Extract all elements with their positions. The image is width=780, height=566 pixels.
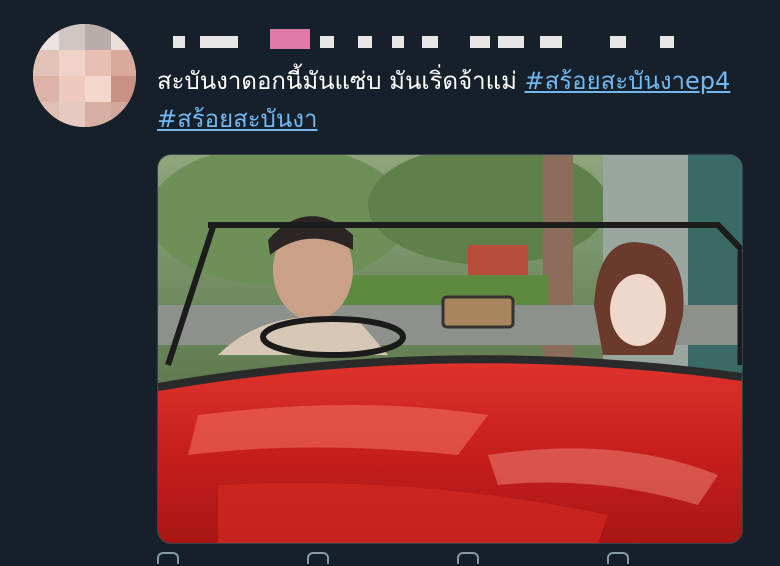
avatar-pixelated-image (33, 24, 136, 127)
redacted-block (200, 36, 238, 48)
avatar[interactable] (33, 24, 136, 127)
redacted-block (173, 36, 185, 48)
tweet-text: สะบันงาดอกนี้มันแซ่บ มันเริ่ดจ้าแม่ #สร้… (157, 62, 757, 138)
hashtag-link[interactable]: #สร้อยสะบันงา (157, 105, 318, 133)
tweet-actions (157, 552, 717, 566)
redacted-block (610, 36, 626, 48)
car-scene-image (158, 155, 742, 543)
redacted-block (320, 36, 334, 48)
redacted-block (498, 36, 524, 48)
retweet-icon[interactable] (307, 552, 329, 564)
emoji-redacted (270, 29, 310, 49)
author-header-redacted[interactable] (170, 27, 770, 53)
share-icon[interactable] (607, 552, 629, 564)
redacted-block (422, 36, 438, 48)
tweet-photo[interactable] (157, 154, 743, 544)
redacted-block (470, 36, 490, 48)
redacted-block (540, 36, 562, 48)
redacted-block (660, 36, 674, 48)
tweet: สะบันงาดอกนี้มันแซ่บ มันเริ่ดจ้าแม่ #สร้… (0, 0, 780, 565)
redacted-block (392, 36, 404, 48)
like-icon[interactable] (457, 552, 479, 564)
reply-icon[interactable] (157, 552, 179, 564)
hashtag-link[interactable]: #สร้อยสะบันงาep4 (525, 67, 731, 95)
tweet-text-plain: สะบันงาดอกนี้มันแซ่บ มันเริ่ดจ้าแม่ (157, 67, 525, 95)
redacted-block (358, 36, 372, 48)
